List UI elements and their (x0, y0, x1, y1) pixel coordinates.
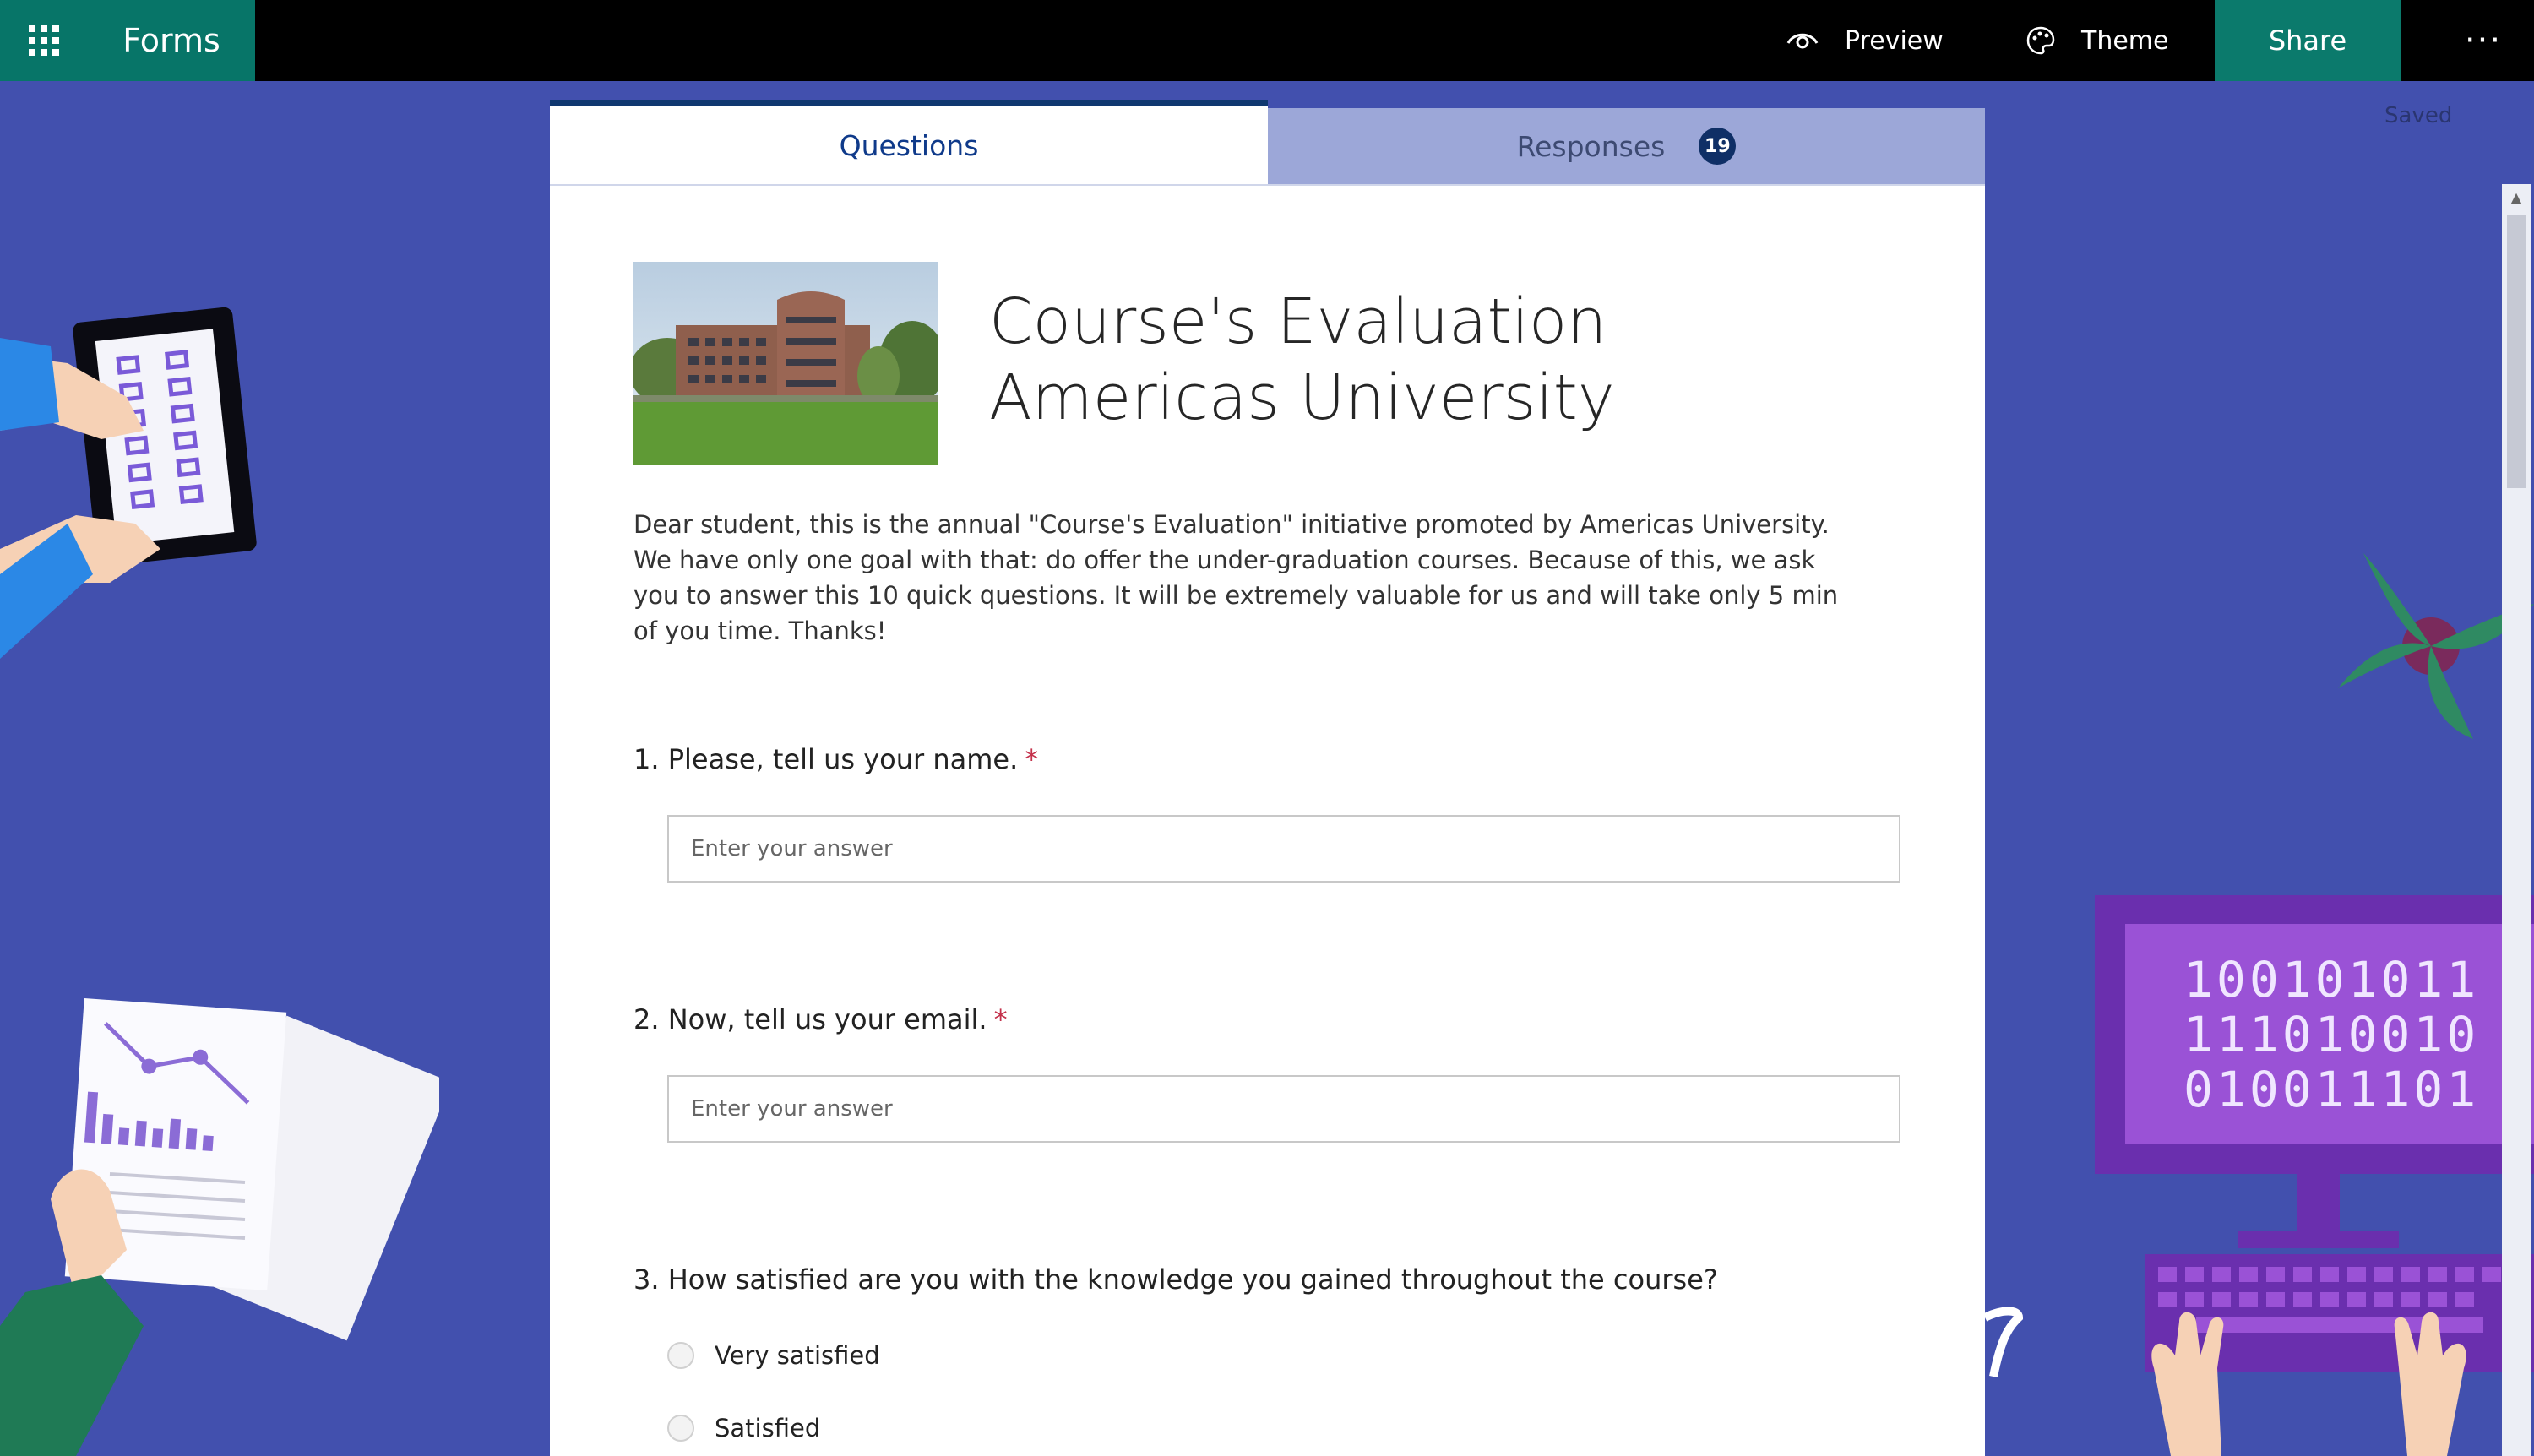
top-bar: Forms Preview Theme Share ··· (0, 0, 2534, 81)
computer-illustration: 100101011 111010010 010011101 (2095, 895, 2534, 1456)
theme-label: Theme (2081, 25, 2169, 56)
preview-button[interactable]: Preview (1786, 0, 1944, 81)
binary-line-1: 100101011 (2183, 951, 2479, 1008)
scrollbar-thumb[interactable] (2507, 215, 2526, 488)
tab-questions-label: Questions (839, 128, 979, 162)
option-satisfied[interactable]: Satisfied (667, 1414, 820, 1442)
form-card: Course's Evaluation Americas University … (550, 184, 1985, 1456)
tab-responses[interactable]: Responses 19 (1268, 108, 1985, 184)
binary-line-2: 111010010 (2183, 1006, 2479, 1063)
question-2: 2. Now, tell us your email. * (634, 1003, 1008, 1035)
more-options-button[interactable]: ··· (2450, 0, 2517, 81)
share-button[interactable]: Share (2215, 0, 2401, 81)
required-marker: * (993, 1003, 1008, 1035)
option-very-satisfied[interactable]: Very satisfied (667, 1341, 880, 1370)
required-marker: * (1025, 743, 1039, 775)
report-papers-illustration (0, 998, 439, 1456)
waffle-icon (29, 25, 59, 56)
option-label: Very satisfied (715, 1341, 880, 1370)
tablet-illustration (0, 307, 257, 659)
preview-label: Preview (1845, 25, 1944, 56)
radio-button[interactable] (667, 1342, 694, 1369)
radio-button[interactable] (667, 1415, 694, 1442)
palette-icon (2026, 26, 2055, 55)
tab-responses-label: Responses (1516, 129, 1666, 163)
question-3-text: 3. How satisfied are you with the knowle… (634, 1263, 1718, 1296)
eye-icon (1786, 33, 1819, 49)
theme-button[interactable]: Theme (2026, 0, 2168, 81)
email-answer-input[interactable]: Enter your answer (667, 1075, 1900, 1143)
app-name[interactable]: Forms (88, 0, 255, 81)
saved-status: Saved (2384, 103, 2453, 128)
form-description: Dear student, this is the annual "Course… (634, 510, 1839, 645)
form-title-line-2: Americas University (989, 361, 1615, 434)
vertical-scrollbar[interactable]: ▲ (2502, 184, 2531, 1456)
tab-questions[interactable]: Questions (550, 100, 1268, 184)
name-answer-input[interactable]: Enter your answer (667, 815, 1900, 883)
question-1: 1. Please, tell us your name. * (634, 743, 1038, 775)
question-3: 3. How satisfied are you with the knowle… (634, 1263, 1718, 1296)
binary-line-3: 010011101 (2183, 1061, 2479, 1118)
app-launcher-button[interactable] (0, 0, 90, 81)
option-label: Satisfied (715, 1414, 821, 1442)
form-banner-image (634, 262, 938, 465)
responses-count-badge: 19 (1699, 128, 1737, 165)
question-2-text: 2. Now, tell us your email. (634, 1003, 987, 1035)
scroll-up-arrow-icon[interactable]: ▲ (2502, 184, 2531, 209)
decorative-hook (1985, 1307, 2024, 1377)
question-1-text: 1. Please, tell us your name. (634, 743, 1019, 775)
form-title-line-1: Course's Evaluation (989, 285, 1607, 358)
form-tabs: Questions Responses 19 (550, 100, 1985, 184)
